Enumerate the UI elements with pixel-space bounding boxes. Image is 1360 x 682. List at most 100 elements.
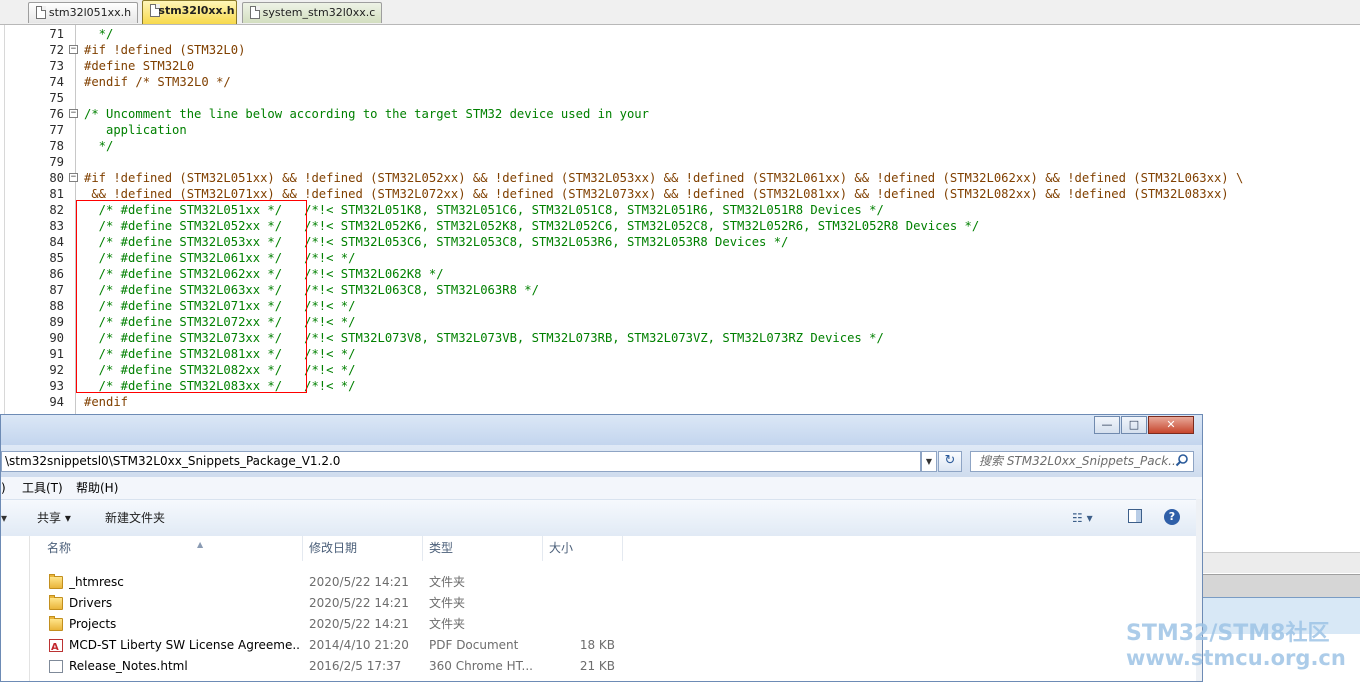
menu-item-tools[interactable]: 工具(T) — [22, 477, 63, 499]
code-line[interactable]: 72− #if !defined (STM32L0) — [0, 42, 1360, 58]
watermark: STM32/STM8社区 www.stmcu.org.cn — [1126, 621, 1360, 671]
search-input[interactable]: 搜索 STM32L0xx_Snippets_Pack... — [970, 451, 1194, 472]
preview-pane-icon[interactable] — [1128, 509, 1142, 523]
tab-label: system_stm32l0xx.c — [262, 6, 376, 19]
pdf-file-icon — [49, 637, 63, 658]
line-number: 84 — [49, 235, 64, 249]
line-number: 89 — [49, 315, 64, 329]
highlight-box — [76, 200, 307, 393]
code-line[interactable]: 94 #endif — [0, 394, 1360, 410]
file-name: Drivers — [69, 596, 113, 610]
new-folder-button[interactable]: 新建文件夹 — [105, 510, 165, 526]
navigation-pane[interactable] — [1, 536, 30, 681]
watermark-line-1: STM32/STM8社区 — [1126, 621, 1330, 646]
code-line[interactable]: 78 */ — [0, 138, 1360, 154]
file-name: MCD-ST Liberty SW License Agreeme... — [69, 638, 299, 652]
tab-system-stm32l0xx-c[interactable]: system_stm32l0xx.c — [242, 2, 382, 23]
column-header-name[interactable]: 名称 ▲ — [29, 536, 303, 561]
share-button[interactable]: 共享 ▾ — [37, 510, 71, 526]
column-header-type[interactable]: 类型 — [423, 536, 543, 561]
code-text: #endif — [84, 395, 129, 409]
code-text: #define STM32L0 — [84, 59, 195, 73]
editor-tab-bar: stm32l051xx.h stm32l0xx.h system_stm32l0… — [0, 0, 1360, 25]
line-number: 74 — [49, 75, 64, 89]
line-number: 94 — [49, 395, 64, 409]
refresh-icon: ↻ — [944, 453, 956, 468]
line-number: 91 — [49, 347, 64, 361]
organize-dropdown-arrow[interactable]: ▾ — [1, 510, 7, 526]
line-number: 79 — [49, 155, 64, 169]
command-bar: ▾ 共享 ▾ 新建文件夹 ☷ ▾ ? — [1, 499, 1202, 537]
line-number: 93 — [49, 379, 64, 393]
column-header-date[interactable]: 修改日期 — [303, 536, 423, 561]
menu-bar: ) 工具(T) 帮助(H) — [1, 477, 1202, 499]
fold-toggle-icon[interactable]: − — [69, 45, 78, 54]
editor-status-strip — [1202, 574, 1360, 597]
view-options-icon[interactable]: ☷ ▾ — [1072, 510, 1093, 526]
file-size: 18 KB — [579, 638, 615, 652]
close-button[interactable]: ✕ — [1148, 416, 1194, 434]
code-text: */ — [84, 27, 114, 41]
file-type: 360 Chrome HT... — [429, 659, 533, 673]
address-row: \stm32snippetsl0\STM32L0xx_Snippets_Pack… — [1, 445, 1202, 477]
column-header-size[interactable]: 大小 — [543, 536, 623, 561]
line-number: 78 — [49, 139, 64, 153]
file-date: 2014/4/10 21:20 — [309, 638, 409, 652]
column-header-row: 名称 ▲ 修改日期 类型 大小 — [29, 536, 1196, 561]
menu-item-partial[interactable]: ) — [1, 477, 6, 499]
address-history-button[interactable]: ▼ — [921, 451, 937, 472]
column-header-size-label: 大小 — [549, 541, 574, 555]
help-icon[interactable]: ? — [1164, 509, 1180, 525]
maximize-button[interactable]: □ — [1121, 416, 1147, 434]
fold-toggle-icon[interactable]: − — [69, 173, 78, 182]
folder-icon — [49, 616, 63, 631]
file-date: 2020/5/22 14:21 — [309, 617, 409, 631]
code-line[interactable]: 80− #if !defined (STM32L051xx) && !define… — [0, 170, 1360, 186]
window-titlebar[interactable]: — □ ✕ — [1, 415, 1202, 445]
tab-label: stm32l051xx.h — [48, 6, 132, 19]
line-number: 82 — [49, 203, 64, 217]
search-icon[interactable] — [1175, 453, 1189, 467]
code-line[interactable]: 75 — [0, 90, 1360, 106]
tab-stm32l0xx-h[interactable]: stm32l0xx.h — [142, 0, 237, 24]
refresh-button[interactable]: ↻ — [938, 451, 962, 472]
tab-stm32l051xx-h[interactable]: stm32l051xx.h — [28, 2, 138, 23]
line-number: 86 — [49, 267, 64, 281]
file-date: 2020/5/22 14:21 — [309, 596, 409, 610]
code-text: #endif /* STM32L0 */ — [84, 75, 231, 89]
line-number: 85 — [49, 251, 64, 265]
file-row[interactable]: Drivers 2020/5/22 14:21 文件夹 — [29, 593, 1196, 614]
line-number: 73 — [49, 59, 64, 73]
line-number: 75 — [49, 91, 64, 105]
code-line[interactable]: 71 */ — [0, 26, 1360, 42]
code-text: #if !defined (STM32L0) — [84, 43, 246, 57]
menu-item-help[interactable]: 帮助(H) — [76, 477, 118, 499]
tab-label: stm32l0xx.h — [158, 4, 235, 17]
code-line[interactable]: 77 application — [0, 122, 1360, 138]
maximize-icon: □ — [1128, 418, 1140, 431]
code-line[interactable]: 73 #define STM32L0 — [0, 58, 1360, 74]
code-line[interactable]: 74 #endif /* STM32L0 */ — [0, 74, 1360, 90]
line-number: 83 — [49, 219, 64, 233]
file-row[interactable]: MCD-ST Liberty SW License Agreeme... 2014… — [29, 635, 1196, 658]
file-date: 2020/5/22 14:21 — [309, 575, 409, 589]
column-header-type-label: 类型 — [429, 541, 454, 555]
column-header-date-label: 修改日期 — [309, 541, 358, 555]
file-explorer-window: — □ ✕ \stm32snippetsl0\STM32L0xx_Snippet… — [0, 414, 1203, 682]
code-text: /* Uncomment the line below according to… — [84, 107, 649, 121]
file-row[interactable]: Release_Notes.html 2016/2/5 17:37 360 Chro… — [29, 656, 1196, 677]
line-number: 80 — [49, 171, 64, 185]
code-text: #if !defined (STM32L051xx) && !defined (… — [84, 171, 1244, 185]
code-line[interactable]: 76−/* Uncomment the line below according… — [0, 106, 1360, 122]
file-row[interactable]: _htmresc 2020/5/22 14:21 文件夹 — [29, 572, 1196, 593]
minimize-button[interactable]: — — [1094, 416, 1120, 434]
file-name: Release_Notes.html — [69, 659, 188, 673]
code-text: */ — [84, 139, 114, 153]
file-row[interactable]: Projects 2020/5/22 14:21 文件夹 — [29, 614, 1196, 635]
code-text: application — [84, 123, 187, 137]
file-name: Projects — [69, 617, 117, 631]
code-line[interactable]: 79 — [0, 154, 1360, 170]
fold-toggle-icon[interactable]: − — [69, 109, 78, 118]
file-date: 2016/2/5 17:37 — [309, 659, 402, 673]
address-bar[interactable]: \stm32snippetsl0\STM32L0xx_Snippets_Pack… — [1, 451, 921, 472]
